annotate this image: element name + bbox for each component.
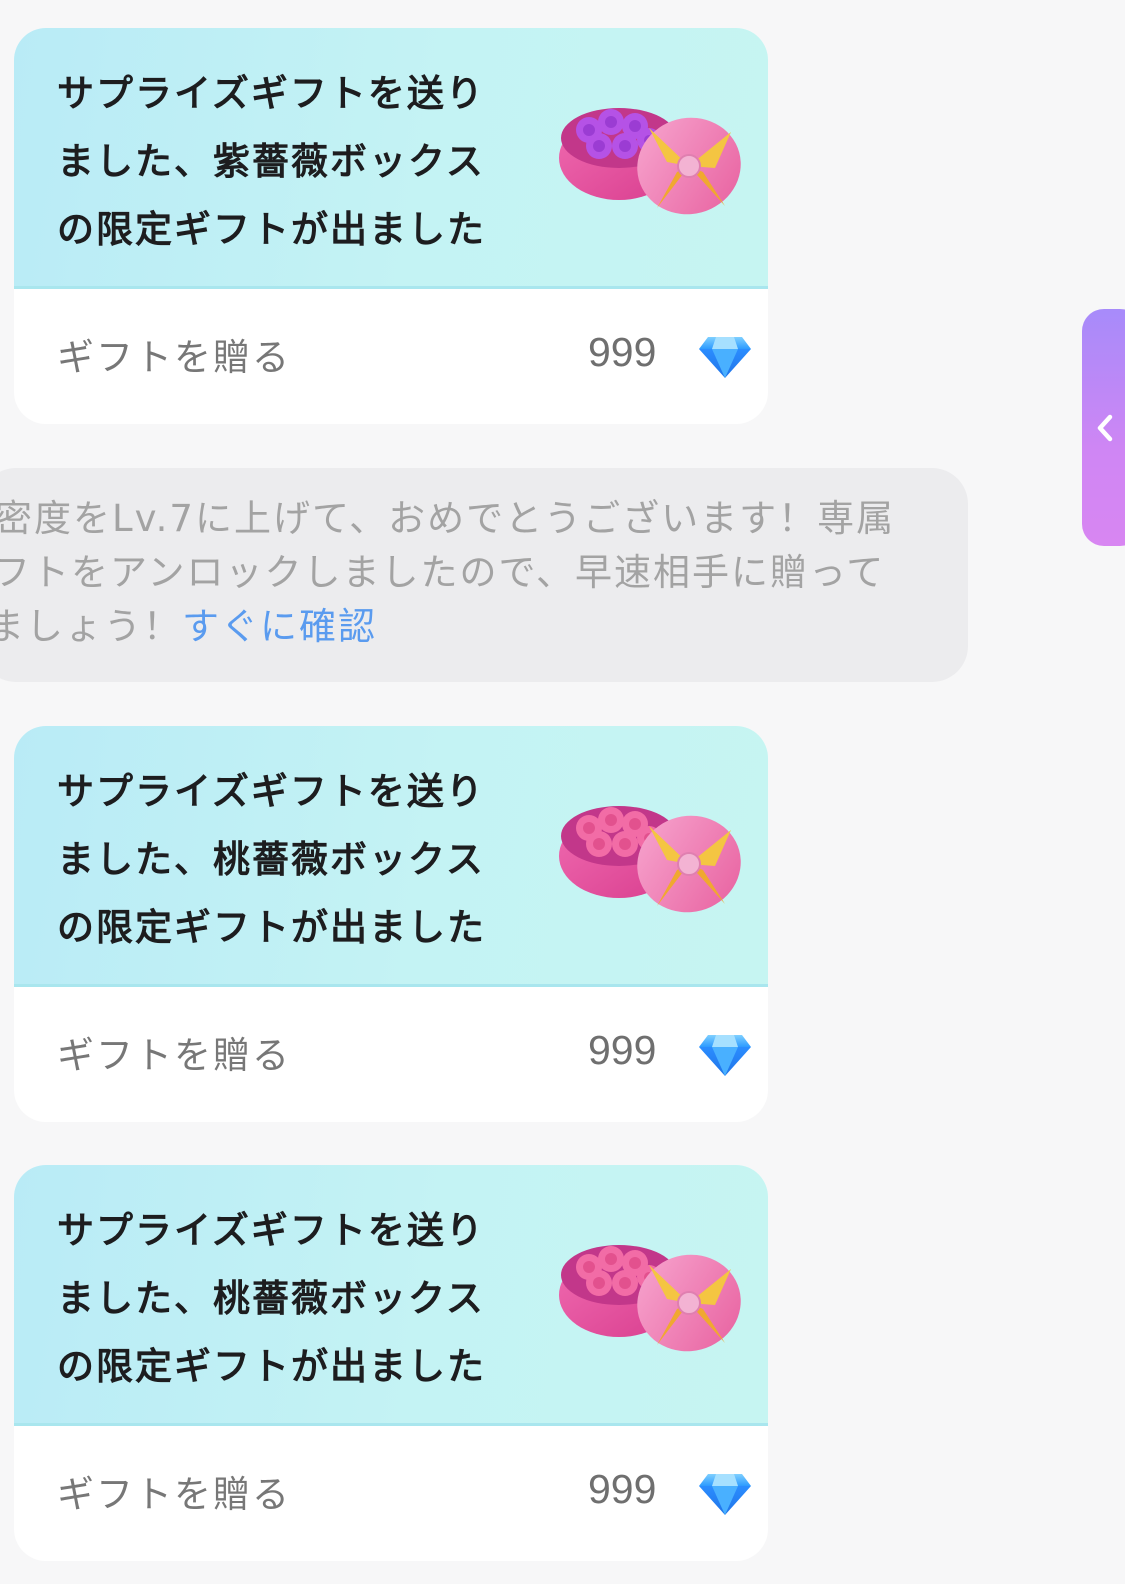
gift-card-message-line: ました、桃薔薇ボックス <box>57 838 485 881</box>
system-message-line: ましょう！すぐに確認 <box>0 600 895 654</box>
gift-card-message: サプライズギフトを送り ました、桃薔薇ボックス の限定ギフトが出ました <box>57 758 517 962</box>
side-panel-toggle[interactable] <box>1082 309 1125 546</box>
diamond-icon <box>699 1035 751 1076</box>
system-message-line: フトをアンロックしましたので、早速相手に贈って <box>0 551 886 594</box>
send-gift-button[interactable]: ギフトを贈る <box>57 327 291 381</box>
system-message: 密度をLv.7に上げて、おめでとうございます！専属 フトをアンロックしましたので… <box>0 468 968 682</box>
pink-rose-gift-box-icon <box>559 1245 741 1352</box>
gift-card[interactable]: サプライズギフトを送り ました、桃薔薇ボックス の限定ギフトが出ました ギフトを… <box>14 726 768 1122</box>
gift-card[interactable]: サプライズギフトを送り ました、桃薔薇ボックス の限定ギフトが出ました ギフトを… <box>14 1165 768 1561</box>
gift-card-header: サプライズギフトを送り ました、桃薔薇ボックス の限定ギフトが出ました <box>14 726 768 987</box>
purple-rose-gift-box-icon <box>559 108 741 215</box>
gift-card-message-line: サプライズギフトを送り <box>57 770 485 813</box>
gift-card-header: サプライズギフトを送り ました、桃薔薇ボックス の限定ギフトが出ました <box>14 1165 768 1426</box>
gift-card-message-line: の限定ギフトが出ました <box>57 208 486 251</box>
gift-price: 999 <box>588 1027 657 1073</box>
system-message-line: 密度をLv.7に上げて、おめでとうございます！専属 <box>0 497 896 540</box>
gift-card-footer: ギフトを贈る 999 <box>14 987 768 1122</box>
gift-card-footer: ギフトを贈る 999 <box>14 1426 768 1561</box>
pink-rose-gift-box-icon <box>559 806 741 913</box>
gift-card-message-line: サプライズギフトを送り <box>57 1209 485 1252</box>
gift-card-message: サプライズギフトを送り ました、紫薔薇ボックス の限定ギフトが出ました <box>57 60 517 264</box>
gift-card-message: サプライズギフトを送り ました、桃薔薇ボックス の限定ギフトが出ました <box>57 1197 517 1401</box>
gift-price: 999 <box>588 1466 657 1512</box>
gift-price: 999 <box>588 329 657 375</box>
gift-card-footer: ギフトを贈る 999 <box>14 289 768 424</box>
send-gift-button[interactable]: ギフトを贈る <box>57 1025 291 1079</box>
gift-card-message-line: サプライズギフトを送り <box>57 72 485 115</box>
diamond-icon <box>699 1474 751 1515</box>
gift-card[interactable]: サプライズギフトを送り ました、紫薔薇ボックス の限定ギフトが出ました ギフトを… <box>14 28 768 424</box>
send-gift-button[interactable]: ギフトを贈る <box>57 1464 291 1518</box>
check-now-link[interactable]: すぐに確認 <box>182 605 377 648</box>
gift-card-message-line: の限定ギフトが出ました <box>57 1345 486 1388</box>
gift-card-message-line: の限定ギフトが出ました <box>57 906 486 949</box>
chevron-left-icon <box>1097 414 1113 442</box>
gift-card-message-line: ました、桃薔薇ボックス <box>57 1277 485 1320</box>
gift-card-message-line: ました、紫薔薇ボックス <box>57 140 485 183</box>
system-message-text: ましょう！ <box>0 605 182 648</box>
diamond-icon <box>699 337 751 378</box>
gift-card-header: サプライズギフトを送り ました、紫薔薇ボックス の限定ギフトが出ました <box>14 28 768 289</box>
